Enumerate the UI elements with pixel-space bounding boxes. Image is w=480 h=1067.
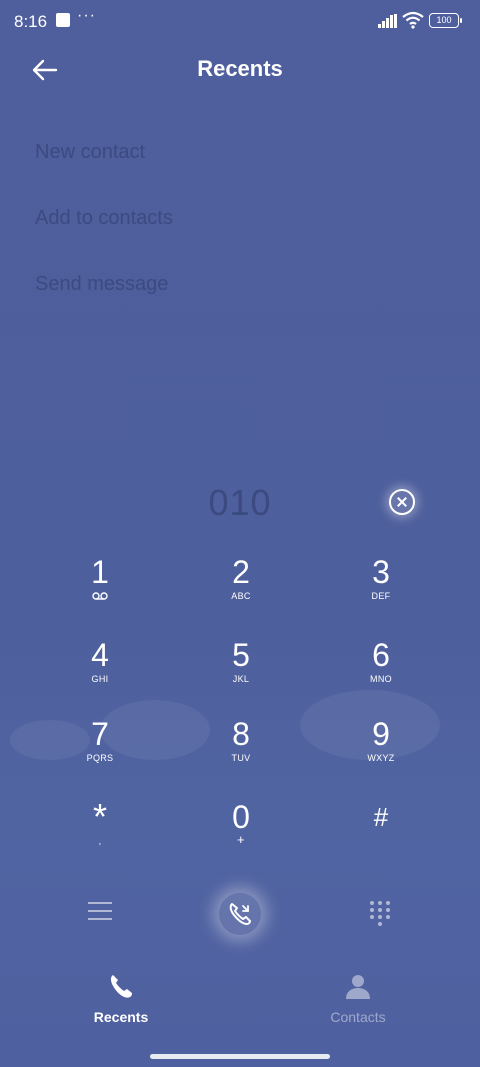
home-indicator[interactable] xyxy=(150,1054,330,1059)
person-icon xyxy=(346,975,370,999)
notification-square-icon xyxy=(56,13,70,27)
wifi-icon xyxy=(402,11,424,29)
menu-button[interactable] xyxy=(88,902,112,924)
key-hash[interactable]: # xyxy=(321,800,441,870)
key-1[interactable]: 1 xyxy=(40,555,160,625)
hamburger-line xyxy=(88,910,112,912)
call-button[interactable] xyxy=(219,893,261,935)
add-to-contacts-option[interactable]: Add to contacts xyxy=(35,207,173,230)
key-2[interactable]: 2 ABC xyxy=(181,555,301,625)
key-digit: 1 xyxy=(91,554,109,590)
page-title: Recents xyxy=(197,56,283,81)
key-digit: 8 xyxy=(232,716,250,752)
key-letters: DEF xyxy=(371,591,391,601)
key-letters: WXYZ xyxy=(367,753,395,763)
key-0[interactable]: 0 + xyxy=(181,800,301,870)
key-letters: + xyxy=(237,832,245,847)
key-9[interactable]: 9 WXYZ xyxy=(321,717,441,787)
dialpad-button[interactable] xyxy=(368,900,392,926)
key-letters: GHI xyxy=(91,674,109,684)
phone-icon xyxy=(110,975,132,998)
key-digit: 7 xyxy=(91,716,109,752)
key-digit: 0 xyxy=(232,799,250,835)
key-star[interactable]: * , xyxy=(40,796,160,870)
key-digit: 4 xyxy=(91,637,109,673)
tab-recents[interactable]: Recents xyxy=(41,972,201,1028)
key-digit: 3 xyxy=(372,554,390,590)
tab-label: Recents xyxy=(93,1009,149,1025)
back-arrow-icon xyxy=(32,59,58,81)
send-message-option[interactable]: Send message xyxy=(35,273,168,296)
tab-label: Contacts xyxy=(330,1009,386,1025)
key-5[interactable]: 5 JKL xyxy=(181,638,301,708)
key-digit: 9 xyxy=(372,716,390,752)
key-7[interactable]: 7 PQRS xyxy=(40,717,160,787)
phone-call-icon xyxy=(229,903,251,925)
status-time: 8:16 xyxy=(14,12,48,31)
key-letters: ABC xyxy=(231,591,251,601)
key-digit: * xyxy=(92,796,107,837)
key-8[interactable]: 8 TUV xyxy=(181,717,301,787)
battery-icon: 100 xyxy=(429,13,462,28)
key-digit: 6 xyxy=(372,637,390,673)
key-letters: PQRS xyxy=(86,753,114,763)
tab-contacts[interactable]: Contacts xyxy=(278,972,438,1028)
key-letters: MNO xyxy=(370,674,392,684)
key-3[interactable]: 3 DEF xyxy=(321,555,441,625)
more-dots-icon: ··· xyxy=(77,7,96,24)
clear-button[interactable] xyxy=(389,489,415,515)
key-digit: 2 xyxy=(232,554,250,590)
key-digit: # xyxy=(373,802,389,832)
key-6[interactable]: 6 MNO xyxy=(321,638,441,708)
key-letters: , xyxy=(98,836,102,846)
hamburger-line xyxy=(88,918,112,920)
dialer-screen: 8:16 ··· 100 Recents New contact Add to … xyxy=(0,0,480,1067)
signal-icon xyxy=(378,14,398,28)
key-letters: JKL xyxy=(232,674,250,684)
hamburger-menu-icon xyxy=(88,902,112,904)
key-letters: TUV xyxy=(231,753,251,763)
key-digit: 5 xyxy=(232,637,250,673)
back-button[interactable] xyxy=(28,54,62,86)
key-4[interactable]: 4 GHI xyxy=(40,638,160,708)
status-bar: 8:16 ··· 100 xyxy=(0,0,480,42)
voicemail-icon xyxy=(92,592,108,600)
new-contact-option[interactable]: New contact xyxy=(35,141,145,164)
